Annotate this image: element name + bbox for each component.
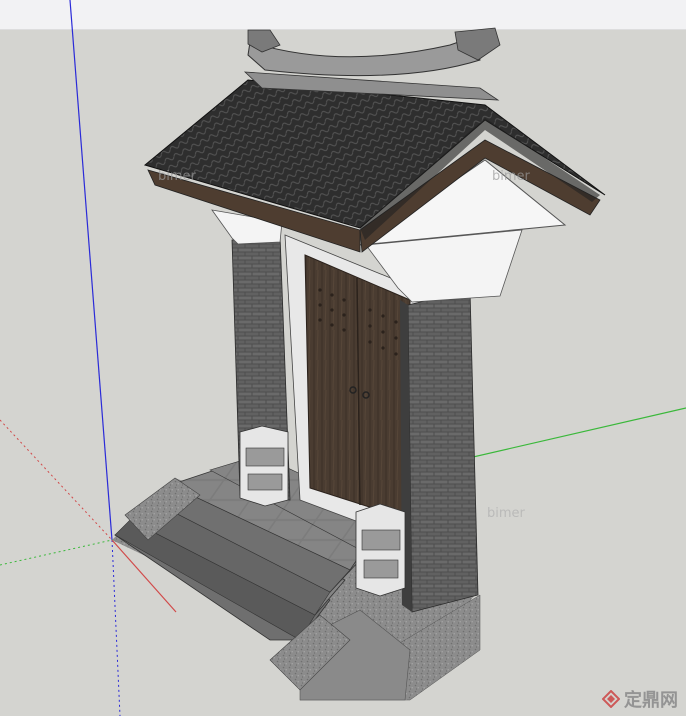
site-logo-text: 定鼎网 xyxy=(624,690,678,711)
modeling-viewport[interactable]: bimer bimer bimer 定鼎网 xyxy=(0,0,686,716)
left-drum-stone xyxy=(239,425,289,507)
site-logo-icon xyxy=(602,690,620,708)
right-pillar-front xyxy=(407,289,479,613)
scene-canvas[interactable]: bimer bimer bimer xyxy=(0,0,686,716)
scene-watermark-2: bimer xyxy=(492,169,531,184)
right-drum-stone xyxy=(355,503,406,597)
sky-band xyxy=(0,0,686,30)
scene-watermark-3: bimer xyxy=(487,506,526,521)
scene-watermark-1: bimer xyxy=(158,169,197,184)
site-watermark: 定鼎网 xyxy=(602,686,678,712)
